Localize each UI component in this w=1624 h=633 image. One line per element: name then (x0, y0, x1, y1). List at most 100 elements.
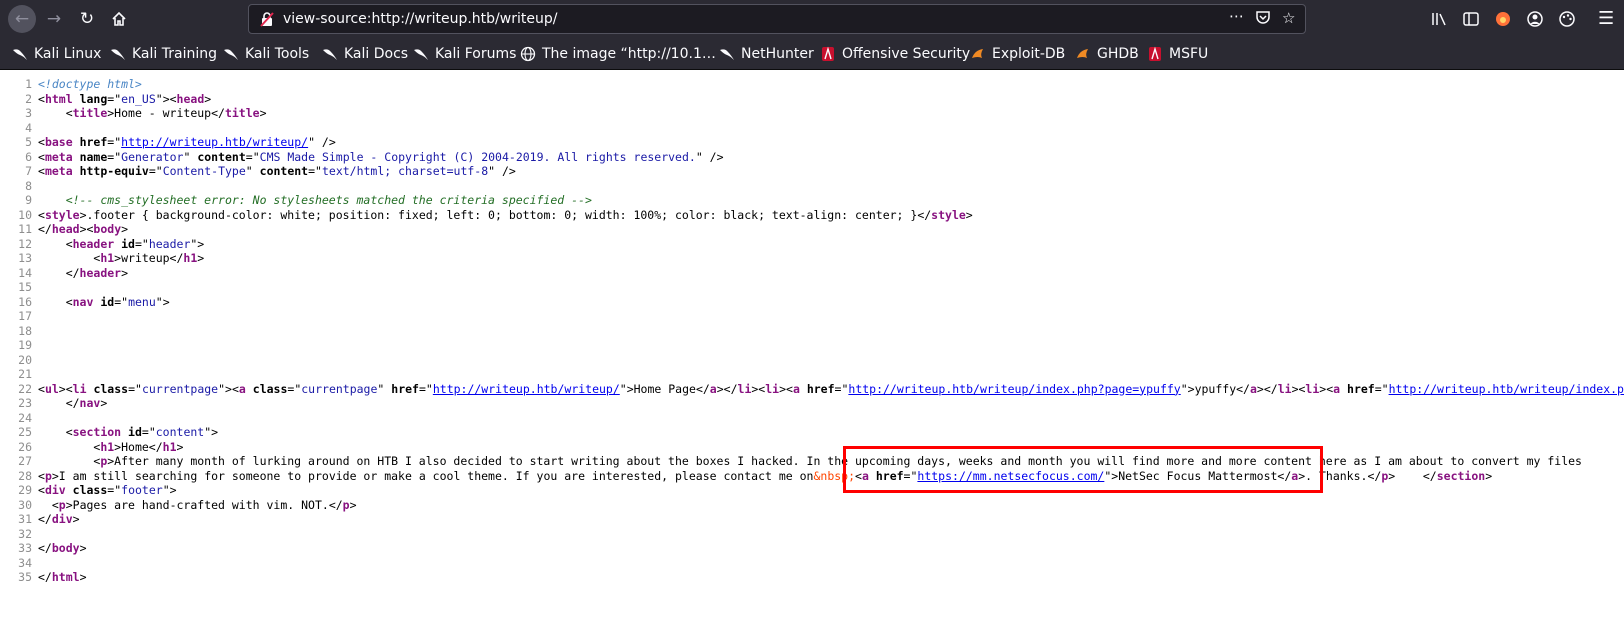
account-icon[interactable] (1526, 10, 1544, 28)
source-line: 14 </header> (0, 266, 128, 281)
source-token: li (737, 381, 752, 396)
offsec-icon (1149, 46, 1161, 61)
source-token: < (38, 207, 45, 222)
line-number: 4 (25, 120, 32, 135)
sidebar-icon[interactable] (1462, 10, 1480, 28)
source-link[interactable]: http://writeup.htb/writeup/ (433, 382, 620, 396)
source-line: 15 (0, 280, 38, 295)
bookmark-item[interactable]: GHDB (1075, 44, 1139, 64)
bookmark-item[interactable]: Kali Training (110, 44, 217, 64)
source-token: > (176, 439, 184, 454)
bookmark-item[interactable]: Kali Tools (223, 44, 309, 64)
source-token: >writeup</ (114, 251, 184, 265)
source-token: div (51, 512, 73, 526)
line-number: 19 (18, 338, 32, 352)
line-number: 12 (18, 236, 32, 251)
kali-dragon-icon (111, 49, 125, 60)
bookmark-item[interactable]: Kali Forums (413, 44, 516, 64)
source-line: 20 (0, 353, 38, 368)
source-token: a (709, 381, 717, 396)
source-token: style (931, 207, 966, 222)
source-token: =" (287, 381, 302, 396)
source-token: ">< (155, 91, 177, 106)
source-token: </ (38, 570, 52, 584)
reload-button[interactable]: ↻ (73, 5, 101, 33)
source-token: content (259, 164, 309, 178)
line-number: 3 (25, 106, 32, 120)
source-link[interactable]: http://writeup.htb/writeup/ (121, 135, 308, 149)
source-token: < (38, 149, 45, 164)
bookmark-item[interactable]: Kali Docs (322, 44, 408, 64)
bookmark-label: Kali Forums (435, 46, 517, 62)
source-line: 4 (0, 121, 38, 136)
source-token: >< (79, 222, 94, 236)
source-line: 26 <h1>Home</h1> (0, 440, 183, 455)
source-token (73, 164, 80, 178)
source-line: 11 </head><body> (0, 222, 128, 237)
arrow-right-icon: → (46, 9, 62, 29)
source-token: href (1347, 381, 1375, 396)
source-token (800, 382, 807, 396)
source-token: CMS Made Simple - Copyright (C) 2004-201… (259, 149, 696, 164)
url-text[interactable]: view-source:http://writeup.htb/writeup/ (283, 11, 557, 27)
page-actions-icon[interactable]: ⋯ (1229, 7, 1245, 25)
source-token: =" (107, 483, 122, 497)
source-token: id (128, 425, 142, 439)
source-token: =" (107, 149, 122, 164)
customize-palette-icon[interactable] (1558, 10, 1576, 28)
source-token: lang (79, 91, 108, 106)
line-number: 32 (18, 526, 32, 541)
source-token: =" (903, 468, 918, 483)
source-token: < (38, 425, 73, 439)
library-icon[interactable] (1430, 10, 1448, 28)
source-token: =" (148, 164, 163, 178)
home-button[interactable] (105, 5, 133, 33)
bookmark-item[interactable]: Kali Linux (12, 44, 101, 64)
bookmark-item[interactable]: NetHunter (719, 44, 814, 64)
source-link[interactable]: https://mm.netsecfocus.com/ (917, 469, 1104, 483)
source-token: p (342, 497, 350, 512)
pocket-icon[interactable] (1255, 9, 1271, 25)
source-link[interactable]: http://writeup.htb/writeup/index.php?pag… (1389, 382, 1624, 396)
source-token: head (51, 222, 80, 236)
source-line: 23 </nav> (0, 396, 107, 411)
source-token: < (38, 454, 101, 468)
bookmark-item[interactable]: Offensive Security (820, 44, 970, 64)
source-token: nav (72, 294, 94, 309)
source-link[interactable]: http://writeup.htb/writeup/index.php?pag… (848, 382, 1180, 396)
source-line: 6 <meta name="Generator" content="CMS Mad… (0, 149, 723, 165)
kali-dragon-icon (224, 49, 238, 60)
source-token: div (44, 483, 66, 497)
source-line: 25 <section id="content"> (0, 425, 218, 440)
menu-icon[interactable]: ☰ (1598, 8, 1614, 29)
address-bar[interactable]: view-source:http://writeup.htb/writeup/ … (248, 4, 1306, 34)
source-token: id (121, 236, 135, 251)
source-token: < (38, 251, 101, 265)
source-token: content (155, 425, 205, 439)
line-number: 34 (18, 555, 32, 570)
view-source-content: 1 <!doctype html> 2 <html lang="en_US"><hea… (0, 70, 1624, 633)
source-line: 9 <!-- cms_stylesheet error: No styleshe… (0, 193, 592, 208)
forward-button[interactable]: → (40, 5, 68, 33)
line-number: 7 (25, 164, 32, 178)
source-token: class (72, 483, 108, 497)
bookmark-item[interactable]: MSFU (1147, 44, 1208, 64)
offsec-icon (822, 46, 834, 61)
source-token: h1 (100, 251, 115, 265)
source-token: http-equiv (79, 164, 149, 178)
source-token: < (38, 164, 45, 178)
source-token: =" (834, 381, 849, 396)
source-line: 19 (0, 338, 38, 353)
back-button[interactable]: ← (8, 5, 36, 33)
source-line: 8 (0, 179, 38, 194)
line-number: 17 (18, 309, 32, 323)
source-token: title (72, 106, 108, 120)
source-token: >.footer { background-color: white; posi… (79, 207, 932, 222)
source-token: a (238, 381, 246, 396)
extension-fox-icon[interactable] (1494, 10, 1512, 28)
home-icon (112, 11, 126, 26)
bookmark-item[interactable]: Exploit-DB (970, 44, 1065, 64)
bookmark-star-icon[interactable]: ☆ (1282, 9, 1295, 27)
bookmark-item[interactable]: The image “http://10.1… (520, 44, 716, 64)
source-line: 2 <html lang="en_US"><head> (0, 92, 211, 107)
